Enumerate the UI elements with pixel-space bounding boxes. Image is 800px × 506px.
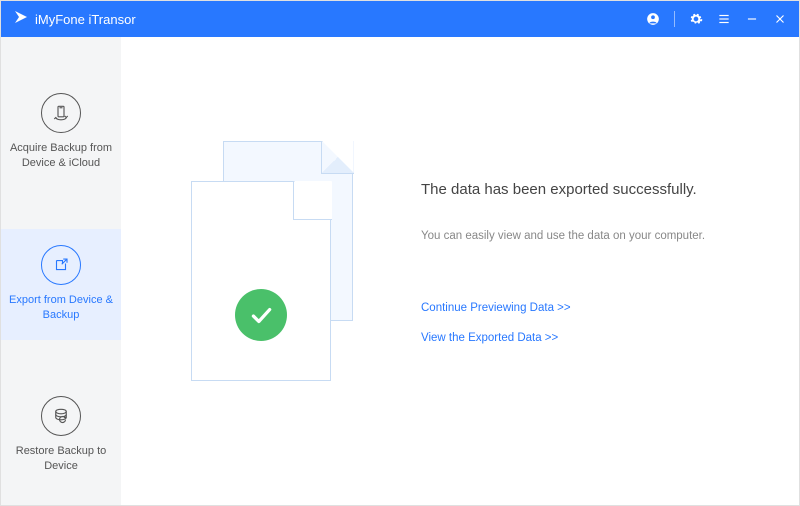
sidebar-item-export[interactable]: Export from Device & Backup: [1, 229, 121, 341]
account-icon[interactable]: [646, 12, 660, 26]
main-content: The data has been exported successfully.…: [121, 37, 799, 505]
menu-icon[interactable]: [717, 12, 731, 26]
database-restore-icon: [41, 396, 81, 436]
app-window: iMyFone iTransor: [0, 0, 800, 506]
app-title: iMyFone iTransor: [35, 12, 136, 27]
gear-icon[interactable]: [689, 12, 703, 26]
sidebar-item-label: Export from Device & Backup: [9, 293, 113, 323]
result-subtext: You can easily view and use the data on …: [421, 230, 759, 242]
app-logo: iMyFone iTransor: [13, 9, 136, 30]
app-logo-icon: [13, 9, 29, 30]
view-exported-link[interactable]: View the Exported Data >>: [421, 332, 759, 344]
sidebar-item-label: Acquire Backup from Device & iCloud: [9, 141, 113, 171]
sidebar-item-label: Restore Backup to Device: [9, 444, 113, 474]
app-body: Acquire Backup from Device & iCloud Expo…: [1, 37, 799, 505]
titlebar: iMyFone iTransor: [1, 1, 799, 37]
controls-divider: [674, 11, 675, 27]
sidebar: Acquire Backup from Device & iCloud Expo…: [1, 37, 121, 505]
continue-previewing-link[interactable]: Continue Previewing Data >>: [421, 302, 759, 314]
result-heading: The data has been exported successfully.: [421, 181, 759, 198]
checkmark-success-icon: [235, 289, 287, 341]
close-icon[interactable]: [773, 12, 787, 26]
phone-sync-icon: [41, 93, 81, 133]
window-controls: [646, 11, 787, 27]
result-panel: The data has been exported successfully.…: [421, 181, 759, 362]
export-icon: [41, 245, 81, 285]
minimize-icon[interactable]: [745, 12, 759, 26]
sidebar-item-acquire-backup[interactable]: Acquire Backup from Device & iCloud: [1, 77, 121, 189]
document-front-icon: [191, 181, 331, 381]
sidebar-item-restore[interactable]: Restore Backup to Device: [1, 380, 121, 492]
document-success-illustration: [191, 141, 361, 401]
